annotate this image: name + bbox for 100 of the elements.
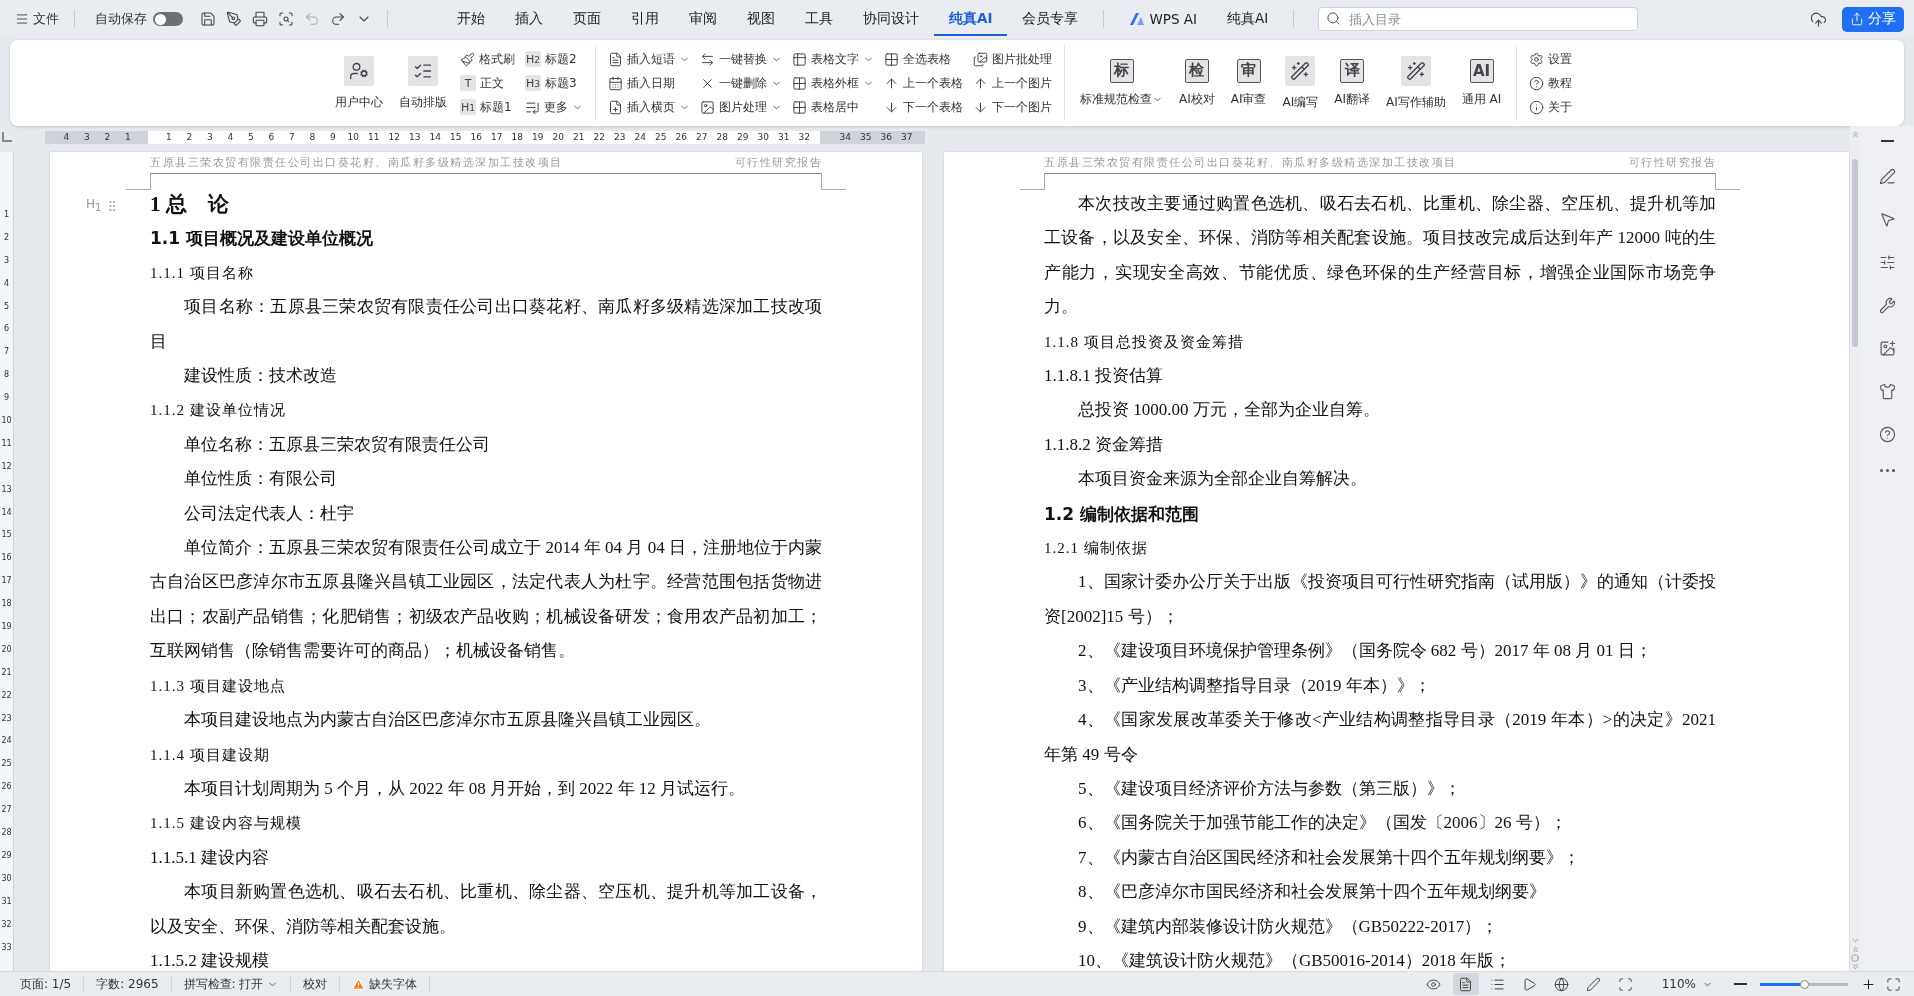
- character-icon: 检: [1184, 58, 1209, 83]
- ribbon-button[interactable]: 译 AI翻译: [1331, 45, 1373, 121]
- ribbon-button[interactable]: 用户中心: [332, 45, 386, 121]
- tab-stop-icon[interactable]: [2, 132, 12, 142]
- ribbon-button[interactable]: 上一个表格: [884, 73, 963, 93]
- paragraph: 单位简介：五原县三荣农贸有限责任公司成立于 2014 年 04 月 04 日，注册地位于内蒙古自治区巴彦淖尔市五原县隆兴昌镇工业园区，法定代表人为杜宇。经营范围包括货物进出口；农副产品销售；化肥销售；初级农产品收购；机械设备研发；食用农产品初加工；互联网销售（除销售需要许可的商品）；机械设备销售。: [150, 538, 822, 661]
- paragraph: 2、《建设项目环境保护管理条例》（国务院令 682 号）2017 年 08 月 01 日；: [1078, 641, 1652, 661]
- zoom-slider[interactable]: [1760, 982, 1848, 986]
- ribbon-button[interactable]: AI 通用 AI: [1458, 45, 1505, 121]
- autosave-toggle[interactable]: [153, 12, 183, 26]
- grid-icon: [884, 51, 899, 67]
- ribbon-button[interactable]: 图片处理: [700, 97, 782, 117]
- ribbon-button[interactable]: 下一个图片: [973, 97, 1052, 117]
- heading: 1.1.8.2 资金筹措: [1044, 434, 1163, 454]
- ribbon-button[interactable]: 表格居中: [792, 97, 874, 117]
- ribbon-button[interactable]: 设置: [1529, 49, 1573, 69]
- share-icon: [1850, 12, 1864, 26]
- status-item[interactable]: 页面: 1/5: [8, 975, 85, 993]
- file-menu[interactable]: 文件: [10, 6, 64, 32]
- ribbon-tab[interactable]: 纯真AI: [934, 2, 1008, 36]
- ribbon-button[interactable]: 插入短语: [608, 49, 690, 69]
- ribbon-tab[interactable]: 插入: [500, 2, 558, 36]
- undo-icon: [304, 11, 320, 27]
- document-icon: [608, 51, 623, 67]
- next-page-icon: [1850, 962, 1860, 971]
- status-item[interactable]: 校对: [291, 975, 341, 993]
- ribbon-button[interactable]: 检 AI校对: [1176, 45, 1218, 121]
- logo-icon: [1129, 12, 1146, 26]
- ribbon-button[interactable]: AI编写: [1279, 45, 1322, 121]
- view-button[interactable]: [1452, 973, 1479, 995]
- ribbon-tab[interactable]: 协同设计: [848, 2, 934, 36]
- warning-icon: [352, 977, 366, 991]
- ribbon-button[interactable]: 插入横页: [608, 97, 690, 117]
- ribbon-button[interactable]: AI写作辅助: [1383, 45, 1449, 121]
- grid-icon: [792, 75, 807, 91]
- ribbon-button[interactable]: 表格外框: [792, 73, 874, 93]
- heading: 1.1.4 项目建设期: [150, 746, 270, 763]
- status-item[interactable]: 拼写检查: 打开: [171, 975, 292, 993]
- ribbon-button[interactable]: 图片批处理: [973, 49, 1052, 69]
- ribbon-button[interactable]: 一键替换: [700, 49, 782, 69]
- ribbon-button[interactable]: 下一个表格: [884, 97, 963, 117]
- ribbon-tab[interactable]: 页面: [558, 2, 616, 36]
- settings-icon: [1529, 51, 1545, 67]
- status-item[interactable]: 字数: 2965: [84, 975, 172, 993]
- image-icon: [700, 99, 715, 115]
- redo-icon: [330, 11, 346, 27]
- scroll-up-icon: [1850, 130, 1860, 139]
- paragraph: 7、《内蒙古自治区国民经济和社会发展第十四个五年规划纲要》；: [1078, 847, 1580, 867]
- eye-icon: [1426, 976, 1442, 992]
- character-icon: AI: [1469, 58, 1494, 83]
- heading: 1.1.3 项目建设地点: [150, 677, 286, 694]
- paragraph: 6、《国务院关于加强节能工作的决定》（国发〔2006〕26 号）；: [1078, 813, 1567, 833]
- status-item[interactable]: 缺失字体: [340, 975, 431, 993]
- paragraph: 9、《建筑内部装修设计防火规范》（GB50222-2017）；: [1078, 916, 1499, 936]
- heading: 1.1.5.2 建设规模: [150, 950, 269, 970]
- images-icon: [973, 51, 988, 67]
- ai-tab[interactable]: WPS AI: [1114, 3, 1213, 35]
- ribbon-button[interactable]: 更多: [525, 97, 583, 117]
- help-icon: [1878, 426, 1896, 443]
- image-icon: [1878, 340, 1896, 357]
- share-button[interactable]: 分享: [1842, 6, 1904, 32]
- ribbon-button[interactable]: 格式刷: [460, 49, 515, 69]
- ai-tab[interactable]: 纯真AI: [1212, 2, 1284, 36]
- play-icon: [1522, 976, 1538, 992]
- zoom-dropdown[interactable]: 110%: [1655, 976, 1719, 992]
- heading: 1.1.2 建设单位情况: [150, 402, 286, 419]
- paragraph: 4、《国家发展改革委关于修改<产业结构调整指导目录（2019 年本）>的决定》2021 年第 49 号令: [1044, 710, 1716, 764]
- ribbon-tab[interactable]: 视图: [732, 2, 790, 36]
- ribbon-button[interactable]: 自动排版: [396, 45, 450, 121]
- sliders-icon: [1878, 254, 1896, 271]
- slider-thumb[interactable]: [1799, 979, 1809, 989]
- ribbon-button[interactable]: 插入日期: [608, 73, 690, 93]
- ribbon-button[interactable]: T 正文: [460, 73, 515, 93]
- heading: 1 总 论: [150, 192, 229, 216]
- grid-icon: [792, 99, 807, 115]
- arrow-down-icon: [973, 99, 988, 115]
- ribbon-tab[interactable]: 审阅: [674, 2, 732, 36]
- ribbon-tab[interactable]: 引用: [616, 2, 674, 36]
- paragraph: 本项目计划周期为 5 个月，从 2022 年 08 月开始，到 2022 年 12 月试运行。: [184, 778, 745, 798]
- ribbon-button[interactable]: 教程: [1529, 73, 1573, 93]
- paragraph: 10、《建筑设计防火规范》（GB50016-2014）2018 年版；: [1078, 950, 1512, 970]
- ribbon-button[interactable]: 标 标准规范检查: [1077, 45, 1166, 121]
- fit-icon: [1618, 976, 1634, 992]
- minus-icon: [1734, 983, 1747, 985]
- ribbon-button[interactable]: 表格文字: [792, 49, 874, 69]
- paragraph: 公司法定代表人：杜宇: [184, 503, 354, 523]
- scrollbar[interactable]: [1850, 126, 1860, 971]
- ribbon-button[interactable]: 一键删除: [700, 73, 782, 93]
- search-field[interactable]: 插入目录: [1318, 7, 1639, 31]
- scroll-thumb[interactable]: [1852, 159, 1858, 347]
- ribbon-tab[interactable]: 工具: [790, 2, 848, 36]
- ribbon-button[interactable]: 关于: [1529, 97, 1573, 117]
- ribbon-button[interactable]: 审 AI审查: [1227, 45, 1270, 121]
- fullscreen-icon: [1886, 976, 1901, 992]
- ribbon-button[interactable]: 上一个图片: [973, 73, 1052, 93]
- preview-icon: [278, 11, 294, 27]
- ribbon-tab[interactable]: 会员专享: [1007, 2, 1094, 36]
- ribbon-button[interactable]: 全选表格: [884, 49, 963, 69]
- page-view-icon: [1458, 976, 1474, 992]
- ribbon-tab[interactable]: 开始: [442, 2, 500, 36]
